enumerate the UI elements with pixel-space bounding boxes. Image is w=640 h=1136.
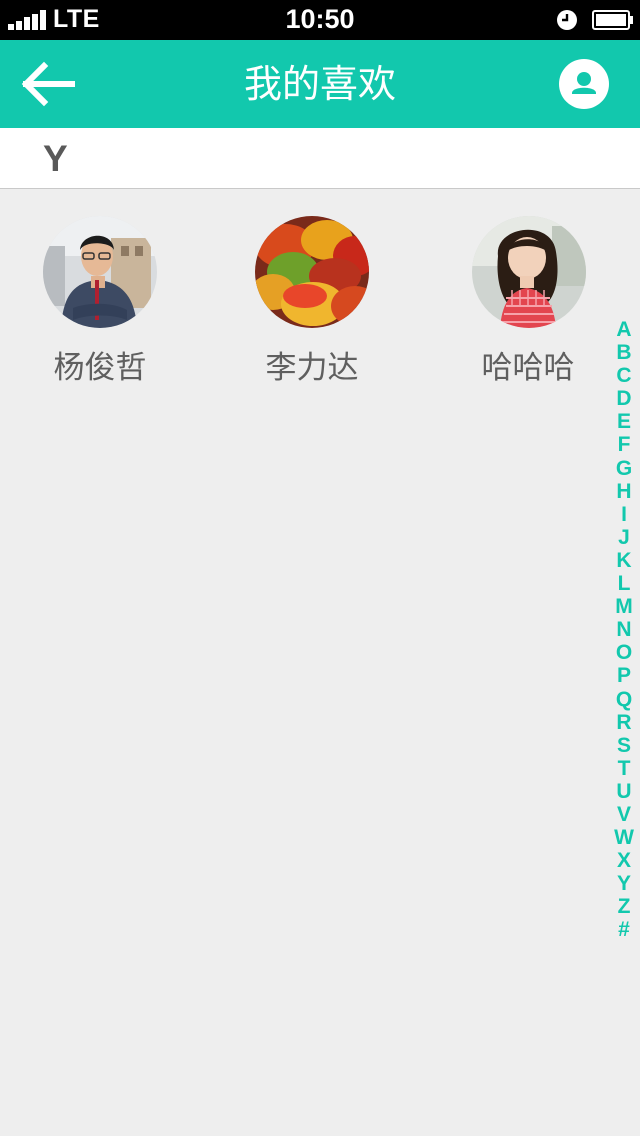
index-letter[interactable]: O [608, 641, 640, 664]
index-letter[interactable]: S [608, 734, 640, 757]
index-letter[interactable]: P [608, 664, 640, 687]
avatar [255, 216, 369, 328]
index-letter[interactable]: Z [608, 895, 640, 918]
index-letter[interactable]: E [608, 410, 640, 433]
contact-item[interactable]: 李力达 [212, 216, 412, 396]
nav-bar: 我的喜欢 [0, 40, 640, 128]
index-letter[interactable]: H [608, 480, 640, 503]
status-time: 10:50 [285, 4, 355, 34]
index-letter[interactable]: X [608, 849, 640, 872]
index-letter[interactable]: Y [608, 872, 640, 895]
contact-name: 哈哈哈 [481, 350, 575, 386]
contact-item[interactable]: 哈哈哈 [428, 216, 628, 396]
contact-name: 李力达 [265, 350, 359, 386]
index-letter[interactable]: K [608, 549, 640, 572]
index-letter[interactable]: D [608, 387, 640, 410]
index-letter[interactable]: J [608, 526, 640, 549]
section-header: Y [0, 128, 640, 189]
index-letter[interactable]: F [608, 433, 640, 456]
contact-name: 杨俊哲 [53, 350, 147, 386]
user-icon [572, 72, 596, 94]
index-letter[interactable]: V [608, 803, 640, 826]
index-letter[interactable]: U [608, 780, 640, 803]
back-button[interactable] [20, 60, 80, 108]
index-letter[interactable]: C [608, 364, 640, 387]
battery-icon [592, 10, 633, 30]
alarm-icon [557, 10, 577, 30]
avatar [472, 216, 586, 328]
index-letter[interactable]: Q [608, 688, 640, 711]
avatar [43, 216, 157, 328]
contact-item[interactable]: 杨俊哲 [0, 216, 200, 396]
index-letter[interactable]: R [608, 711, 640, 734]
index-letter[interactable]: B [608, 341, 640, 364]
index-letter[interactable]: L [608, 572, 640, 595]
section-letter: Y [43, 138, 68, 179]
index-letter[interactable]: N [608, 618, 640, 641]
page-title: 我的喜欢 [243, 62, 396, 106]
status-bar: LTE 10:50 [0, 0, 640, 40]
alphabet-index[interactable]: A B C D E F G H I J K L M N O P Q R S T U V W X Y Z # [608, 318, 640, 942]
index-letter[interactable]: T [608, 757, 640, 780]
profile-button[interactable] [559, 59, 609, 109]
index-letter[interactable]: I [608, 503, 640, 526]
index-letter[interactable]: # [608, 918, 640, 941]
index-letter[interactable]: G [608, 457, 640, 480]
arrow-left-icon [21, 61, 75, 107]
index-letter[interactable]: A [608, 318, 640, 341]
index-letter[interactable]: W [608, 826, 640, 849]
index-letter[interactable]: M [608, 595, 640, 618]
